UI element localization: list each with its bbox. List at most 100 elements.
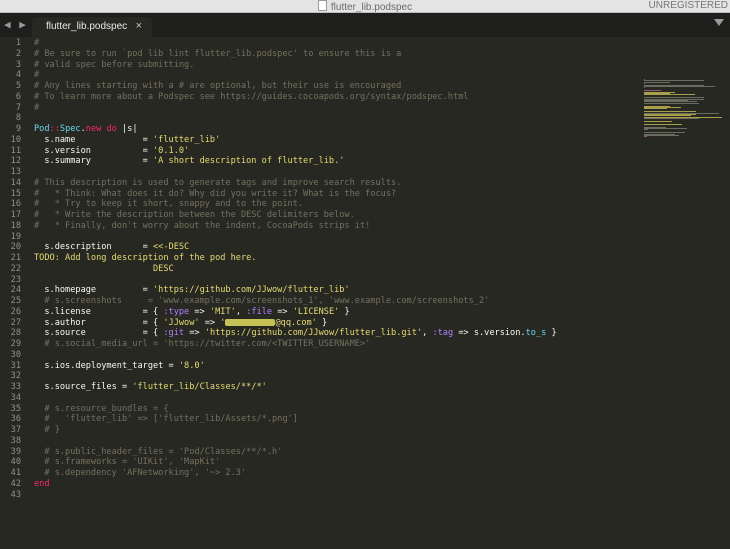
code-line[interactable]: 28 s.source = { :git => 'https://github.… [0,328,640,339]
code-line[interactable]: 34 [0,393,640,404]
code-token: s.license = { [34,306,164,317]
code-token: Spec [59,124,81,134]
tab-label: flutter_lib.podspec [46,21,128,32]
code-line[interactable]: 8 [0,113,640,124]
line-number: 17 [10,210,21,220]
code-line[interactable]: 23 [0,275,640,286]
tab-flutter-lib-podspec[interactable]: flutter_lib.podspec × [32,17,152,37]
code-line[interactable]: 38 [0,436,640,447]
code-line[interactable]: 27 s.author = { 'JJwow' => ' @qq.com' } [0,318,640,329]
minimap[interactable] [644,79,724,139]
code-line[interactable]: 14 # This description is used to generate… [0,178,640,189]
code-token: :tag [432,328,454,339]
close-icon[interactable]: × [136,20,142,32]
code-line[interactable]: 2 # Be sure to run `pod lib lint flutter_… [0,49,640,60]
code-line[interactable]: 6 # To learn more about a Podspec see htt… [0,92,640,103]
line-number: 42 [10,478,21,489]
code-line[interactable]: 35 # s.resource_bundles = { [0,404,640,415]
code-line[interactable]: 10 s.name = 'flutter_lib' [0,135,640,146]
line-text: # s.public_header_files = 'Pod/Classes/*… [34,447,282,458]
code-line[interactable]: 37 # } [0,425,640,436]
code-line[interactable]: 4 # [0,70,640,81]
line-text: # Be sure to run `pod lib lint flutter_l… [34,49,401,60]
line-text: # * Think: What does it do? Why did you … [34,189,396,200]
code-line[interactable]: 12 s.summary = 'A short description of f… [0,156,640,167]
code-line[interactable]: 40 # s.frameworks = 'UIKit', 'MapKit' [0,457,640,468]
line-number: 12 [10,156,21,167]
line-text: s.summary = 'A short description of flut… [34,156,344,167]
line-number: 28 [10,328,21,339]
line-number: 36 [10,414,21,425]
code-token: '0.1.0' [153,145,190,156]
minimap-line [644,118,700,120]
code-line[interactable]: 17 # * Write the description between the … [0,210,640,221]
code-line[interactable]: 13 [0,167,640,178]
line-number: 30 [10,349,21,360]
code-token: # s.social_media_url = 'https://twitter.… [34,339,371,349]
code-line[interactable]: 5 # Any lines starting with a # are optio… [0,81,640,92]
code-token: } [339,306,350,317]
code-line[interactable]: 30 [0,350,640,361]
code-line[interactable]: 16 # * Try to keep it short, snappy and t… [0,199,640,210]
tab-nav-arrows-icon[interactable]: ◀ ▶ [4,18,27,31]
line-text: # To learn more about a Podspec see http… [34,92,469,103]
minimap-line [644,129,649,131]
code-line[interactable]: 39 # s.public_header_files = 'Pod/Classe… [0,447,640,458]
line-number: 37 [10,425,21,435]
line-number: 8 [15,113,21,124]
code-line[interactable]: 29 # s.social_media_url = 'https://twitt… [0,339,640,350]
minimap-line [644,86,716,87]
code-line[interactable]: 11 s.version = '0.1.0' [0,146,640,157]
line-text: s.name = 'flutter_lib' [34,135,220,146]
code-line[interactable]: 26 s.license = { :type => 'MIT', :file =… [0,307,640,318]
code-line[interactable]: 36 # 'flutter_lib' => ['flutter_lib/Asse… [0,414,640,425]
code-line[interactable]: 25 # s.screenshots = 'www.example.com/sc… [0,296,640,307]
code-token: # This description is used to generate t… [34,177,402,188]
code-line[interactable]: 9 Pod::Spec.new do |s| [0,124,640,135]
code-line[interactable]: 43 [0,490,640,501]
code-token: => [272,306,293,317]
code-line[interactable]: 41 # s.dependency 'AFNetworking', '~> 2.… [0,468,640,479]
line-text: s.version = '0.1.0' [34,146,189,157]
line-text: # s.social_media_url = 'https://twitter.… [34,339,370,350]
tab-dropdown-icon[interactable] [714,19,724,26]
line-number: 21 [10,253,21,263]
code-line[interactable]: 19 [0,232,640,243]
code-line[interactable]: 1 # [0,38,640,49]
line-text: # s.dependency 'AFNetworking', '~> 2.3' [34,468,246,479]
code-line[interactable]: 21 TODO: Add long description of the pod … [0,253,640,264]
code-token: s.summary = [34,156,153,167]
window-titlebar: flutter_lib.podspec UNREGISTERED [0,0,730,13]
code-token: , [235,306,247,317]
code-line[interactable]: 42 end [0,479,640,490]
code-line[interactable]: 18 # * Finally, don't worry about the ind… [0,221,640,232]
line-number: 40 [10,457,21,468]
code-line[interactable]: 7 # [0,103,640,114]
code-line[interactable]: 20 s.description = <<-DESC [0,242,640,253]
code-line[interactable]: 3 # valid spec before submitting. [0,60,640,71]
line-number: 11 [10,145,21,156]
code-line[interactable]: 22 DESC [0,264,640,275]
code-token: 'https://github.com/JJwow/flutter_lib' [153,285,350,296]
line-text: # Any lines starting with a # are option… [34,81,401,92]
code-line[interactable]: 31 s.ios.deployment_target = '8.0' [0,361,640,372]
line-text: Pod::Spec.new do |s| [34,124,138,135]
code-token: 'LICENSE' [292,306,340,317]
code-line[interactable]: 33 s.source_files = 'flutter_lib/Classes… [0,382,640,393]
line-text: # [34,103,39,114]
line-number: 22 [10,263,21,274]
line-number: 7 [15,102,21,113]
code-token: # Any lines starting with a # are option… [34,81,402,91]
code-token: 'MIT' [209,306,236,317]
line-text: # This description is used to generate t… [34,178,401,189]
line-number: 23 [10,274,21,285]
code-line[interactable]: 24 s.homepage = 'https://github.com/JJwo… [0,285,640,296]
code-token: # s.frameworks = 'UIKit', 'MapKit' [34,457,221,468]
code-token: s.ios.deployment_target = [34,360,179,371]
line-number: 3 [15,59,21,70]
code-token: # [34,38,40,48]
code-area[interactable]: 1 #2 # Be sure to run `pod lib lint flutte… [0,38,640,500]
code-line[interactable]: 32 [0,371,640,382]
code-line[interactable]: 15 # * Think: What does it do? Why did yo… [0,189,640,200]
code-editor[interactable]: 1 #2 # Be sure to run `pod lib lint flutte… [0,37,730,549]
